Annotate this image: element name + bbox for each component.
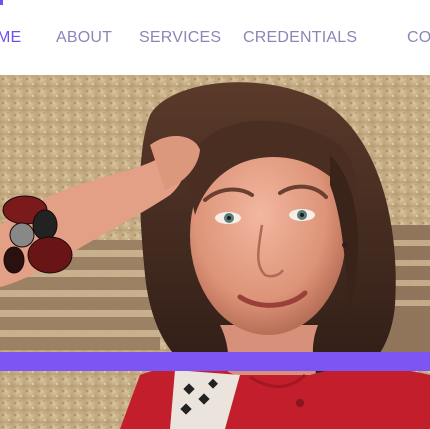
nav-item-about[interactable]: ABOUT — [56, 29, 112, 47]
nav-item-contact[interactable]: CO — [407, 29, 430, 47]
hero-portrait-photo — [0, 75, 430, 429]
nav-item-credentials[interactable]: CREDENTIALS — [243, 29, 357, 47]
purple-accent-bar — [0, 352, 430, 371]
nav-accent-mark — [0, 0, 3, 5]
nav-item-services[interactable]: SERVICES — [139, 29, 221, 47]
main-nav: ME ABOUT SERVICES CREDENTIALS CO — [0, 0, 430, 75]
page: ME ABOUT SERVICES CREDENTIALS CO — [0, 0, 430, 429]
nav-item-home[interactable]: ME — [0, 29, 21, 47]
portrait-illustration — [0, 75, 430, 429]
